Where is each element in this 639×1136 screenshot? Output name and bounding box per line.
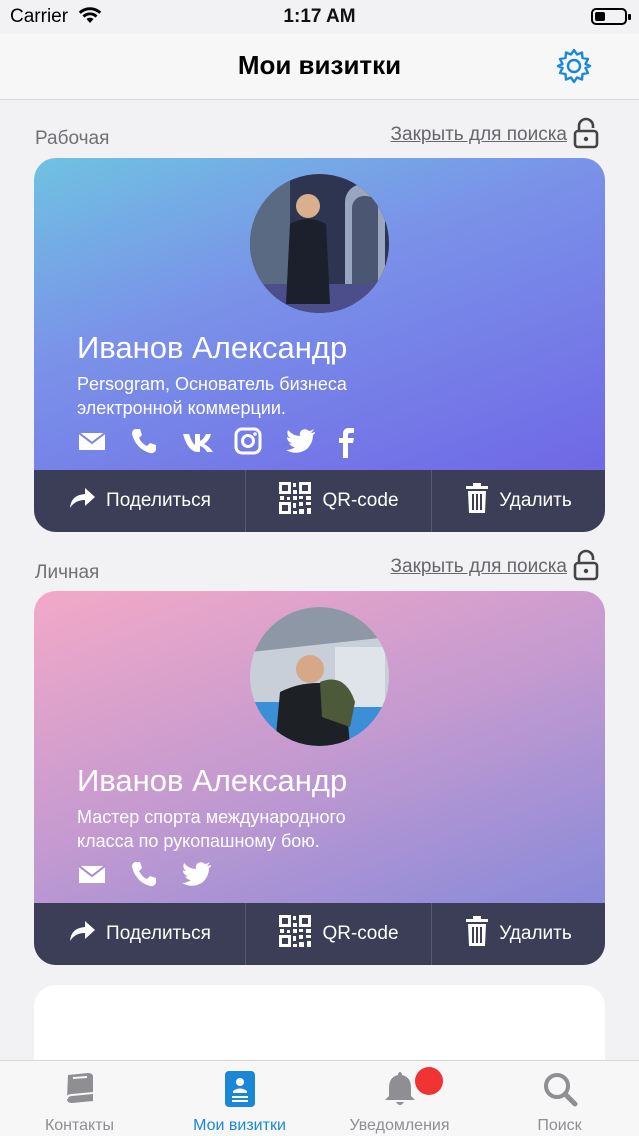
delete-label: Удалить <box>499 490 572 511</box>
delete-label: Удалить <box>499 923 572 944</box>
close-for-search-label: Закрыть для поиска <box>390 124 567 145</box>
delete-button[interactable]: Удалить <box>432 903 605 965</box>
card-name: Иванов Александр <box>77 763 348 798</box>
share-button[interactable]: Поделиться <box>34 470 246 532</box>
avatar <box>250 607 389 746</box>
card-description: Persogram, Основатель бизнеса электронно… <box>77 374 347 418</box>
card-actions: Поделиться QR-code Удалить <box>34 470 605 532</box>
twitter-icon[interactable] <box>181 859 211 889</box>
business-card-work[interactable]: Иванов Александр Persogram, Основатель б… <box>34 158 605 532</box>
close-for-search-link-personal[interactable]: Закрыть для поиска <box>390 549 599 586</box>
lock-icon <box>573 549 599 586</box>
share-icon <box>68 919 96 949</box>
social-links <box>77 859 211 889</box>
section-label-personal: Личная <box>35 562 100 583</box>
trash-icon <box>465 482 489 520</box>
tab-label: Поиск <box>537 1117 582 1134</box>
delete-button[interactable]: Удалить <box>432 470 605 532</box>
phone-icon[interactable] <box>129 426 159 456</box>
qr-code-icon <box>278 481 312 521</box>
card-actions: Поделиться QR-code Удалить <box>34 903 605 965</box>
search-icon <box>540 1069 580 1109</box>
facebook-icon[interactable] <box>337 426 367 458</box>
qr-code-button[interactable]: QR-code <box>246 903 432 965</box>
share-label: Поделиться <box>106 490 211 511</box>
tab-label: Уведомления <box>349 1117 450 1134</box>
nav-bar: Мои визитки <box>0 34 639 100</box>
gear-icon[interactable] <box>555 47 593 85</box>
lock-icon <box>573 117 599 154</box>
tab-label: Мои визитки <box>193 1117 286 1134</box>
section-label-work: Рабочая <box>35 128 110 149</box>
bell-icon <box>380 1069 420 1109</box>
tab-label: Контакты <box>44 1117 115 1134</box>
battery-icon <box>591 8 631 25</box>
vk-icon[interactable] <box>181 426 213 456</box>
share-icon <box>68 486 96 516</box>
tab-my-cards[interactable]: Мои визитки <box>160 1061 319 1136</box>
card-icon <box>220 1069 260 1109</box>
close-for-search-label: Закрыть для поиска <box>390 556 567 577</box>
status-bar: Carrier 1:17 AM <box>0 0 639 34</box>
qr-code-button[interactable]: QR-code <box>246 470 432 532</box>
card-name: Иванов Александр <box>77 330 348 365</box>
book-icon <box>60 1069 100 1109</box>
avatar <box>250 174 389 313</box>
business-card-personal[interactable]: Иванов Александр Мастер спорта междунаро… <box>34 591 605 965</box>
email-icon[interactable] <box>77 426 107 456</box>
twitter-icon[interactable] <box>285 426 315 456</box>
instagram-icon[interactable] <box>233 426 263 456</box>
share-button[interactable]: Поделиться <box>34 903 246 965</box>
tab-contacts[interactable]: Контакты <box>0 1061 159 1136</box>
clock: 1:17 AM <box>283 6 356 27</box>
notification-badge <box>415 1067 443 1095</box>
social-links <box>77 426 367 458</box>
card-description: Мастер спорта международного класса по р… <box>77 807 346 851</box>
qr-code-label: QR-code <box>322 490 399 511</box>
share-label: Поделиться <box>106 923 211 944</box>
phone-icon[interactable] <box>129 859 159 889</box>
qr-code-icon <box>278 914 312 954</box>
email-icon[interactable] <box>77 859 107 889</box>
qr-code-label: QR-code <box>322 923 399 944</box>
trash-icon <box>465 915 489 953</box>
close-for-search-link-work[interactable]: Закрыть для поиска <box>390 117 599 154</box>
tab-notifications[interactable]: Уведомления <box>320 1061 479 1136</box>
tab-bar: Контакты Мои визитки Уведомления Поиск <box>0 1060 639 1136</box>
page-title: Мои визитки <box>237 50 402 80</box>
tab-search[interactable]: Поиск <box>480 1061 639 1136</box>
